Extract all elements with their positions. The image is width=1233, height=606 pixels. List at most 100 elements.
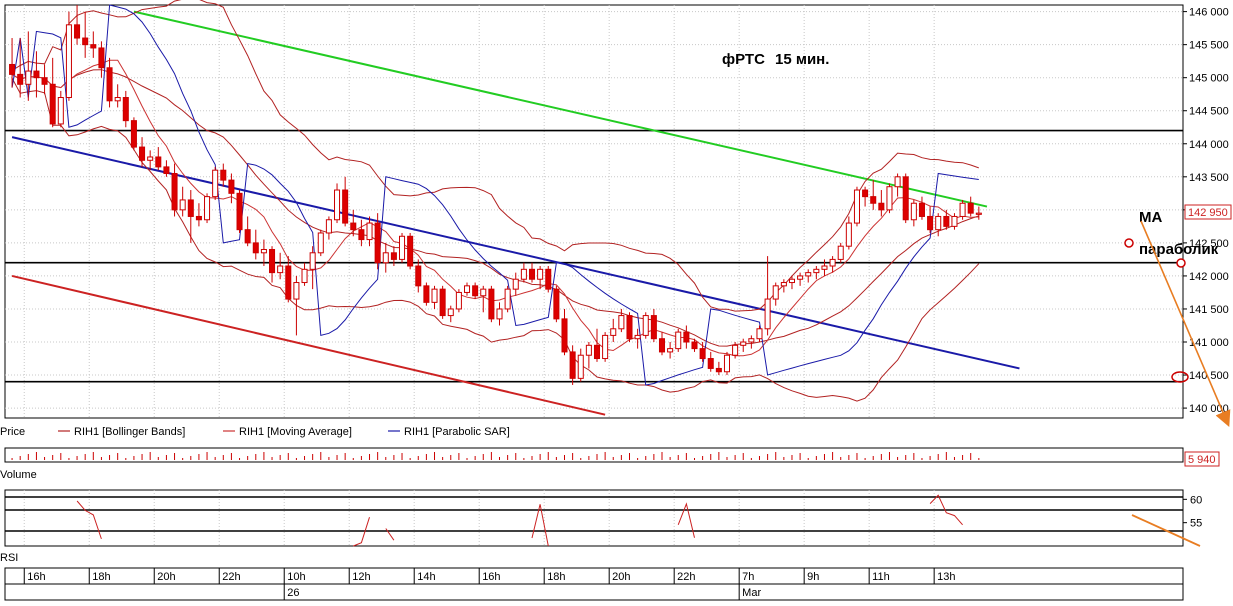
candle-body bbox=[179, 199, 186, 211]
candle-body bbox=[220, 169, 227, 181]
candle-body bbox=[155, 156, 162, 168]
candle-body bbox=[317, 232, 324, 254]
candle-body bbox=[382, 252, 389, 264]
date-label: Mar bbox=[742, 587, 761, 599]
chart-timeframe: 15 мин. bbox=[775, 51, 829, 68]
candle-body bbox=[49, 83, 56, 125]
candle-body bbox=[951, 215, 958, 227]
candle-body bbox=[228, 179, 235, 194]
candle-body bbox=[9, 63, 16, 75]
candle-body bbox=[772, 285, 779, 300]
candle-body bbox=[122, 97, 129, 122]
candle-body bbox=[553, 288, 560, 320]
candle-body bbox=[780, 282, 787, 287]
candle-body bbox=[488, 288, 495, 320]
candle-body bbox=[463, 285, 471, 293]
chart-svg: 6055 140 000140 500141 000141 500142 000… bbox=[0, 0, 1232, 601]
candle-body bbox=[269, 248, 276, 274]
last-price-label: 142 950 bbox=[1188, 207, 1228, 219]
time-tick-label: 7h bbox=[742, 571, 754, 583]
time-tick-label: 16h bbox=[27, 571, 45, 583]
price-tick-label: 143 500 bbox=[1189, 172, 1229, 184]
volume-panel-frame bbox=[4, 447, 1184, 463]
candle-body bbox=[634, 334, 641, 340]
legend-entry: RIH1 [Parabolic SAR] bbox=[404, 426, 510, 438]
candle-body bbox=[325, 219, 332, 234]
candle-body bbox=[626, 315, 633, 340]
candle-body bbox=[878, 202, 885, 211]
candle-body bbox=[455, 291, 462, 310]
candle-body bbox=[163, 166, 170, 175]
candle-body bbox=[935, 215, 942, 231]
candle-body bbox=[309, 252, 316, 270]
candle-body bbox=[423, 285, 430, 303]
candle-body bbox=[902, 176, 909, 221]
candle-body bbox=[171, 173, 178, 211]
price-tick-label: 145 000 bbox=[1189, 73, 1229, 85]
candle-body bbox=[715, 367, 722, 373]
time-tick-label: 18h bbox=[547, 571, 565, 583]
candle-body bbox=[130, 120, 137, 148]
candle-body bbox=[358, 229, 365, 241]
marker-circle bbox=[1176, 258, 1186, 268]
candle-body bbox=[943, 215, 950, 227]
candle-body bbox=[764, 298, 771, 330]
panel-frames bbox=[4, 4, 1184, 601]
time-tick-label: 20h bbox=[612, 571, 630, 583]
price-tick-label: 144 500 bbox=[1189, 106, 1229, 118]
candle-body bbox=[17, 73, 24, 85]
candle-body bbox=[399, 235, 406, 260]
candle-body bbox=[561, 318, 568, 353]
legend: Price RIH1 [Bollinger Bands] RIH1 [Moving … bbox=[0, 426, 510, 438]
candle-body bbox=[98, 47, 105, 69]
time-tick-label: 9h bbox=[807, 571, 819, 583]
candle-body bbox=[537, 268, 544, 280]
candle-body bbox=[886, 186, 893, 211]
candle-body bbox=[740, 341, 747, 346]
candle-body bbox=[658, 338, 666, 353]
price-tick-label: 146 000 bbox=[1189, 7, 1229, 19]
candle-body bbox=[504, 288, 511, 310]
candle-body bbox=[187, 199, 194, 217]
candle-body bbox=[65, 24, 72, 99]
candle-body bbox=[41, 77, 48, 85]
candle-body bbox=[699, 348, 706, 360]
chart-root: 60 55 140 000 140 500 141 000 141 500 142 000… bbox=[0, 0, 1233, 601]
time-tick-label: 16h bbox=[482, 571, 500, 583]
candle-body bbox=[667, 348, 674, 353]
candle-body bbox=[147, 156, 154, 161]
legend-entry: Price bbox=[0, 426, 25, 438]
candle-body bbox=[342, 189, 349, 224]
candle-body bbox=[870, 196, 877, 204]
candle-body bbox=[431, 288, 438, 303]
candle-body bbox=[975, 212, 982, 215]
candle-body bbox=[82, 37, 89, 46]
rsi-panel-frame bbox=[4, 489, 1184, 547]
rsi-tick-label: 60 bbox=[1190, 494, 1202, 506]
candle-body bbox=[244, 229, 251, 244]
candle-body bbox=[748, 338, 755, 343]
candle-body bbox=[707, 358, 714, 369]
candle-body bbox=[520, 268, 527, 280]
candle-body bbox=[74, 24, 81, 39]
candle-body bbox=[415, 265, 422, 287]
legend-entry: RIH1 [Moving Average] bbox=[239, 426, 352, 438]
candle-body bbox=[57, 97, 64, 125]
time-tick-label: 13h bbox=[937, 571, 955, 583]
candle-body bbox=[252, 242, 259, 254]
candle-body bbox=[334, 189, 341, 221]
candle-body bbox=[195, 215, 202, 221]
price-tick-label: 145 500 bbox=[1189, 40, 1229, 52]
date-label: 26 bbox=[287, 587, 299, 599]
candle-body bbox=[797, 275, 804, 280]
price-tick-label: 141 500 bbox=[1189, 304, 1229, 316]
candle-body bbox=[260, 248, 267, 254]
candle-body bbox=[853, 189, 860, 224]
candle-body bbox=[967, 202, 974, 214]
candle-body bbox=[650, 315, 657, 340]
candle-body bbox=[528, 268, 536, 280]
candle-body bbox=[374, 222, 381, 264]
candle-body bbox=[236, 192, 243, 231]
candle-body bbox=[577, 354, 584, 379]
candle-body bbox=[447, 308, 454, 317]
